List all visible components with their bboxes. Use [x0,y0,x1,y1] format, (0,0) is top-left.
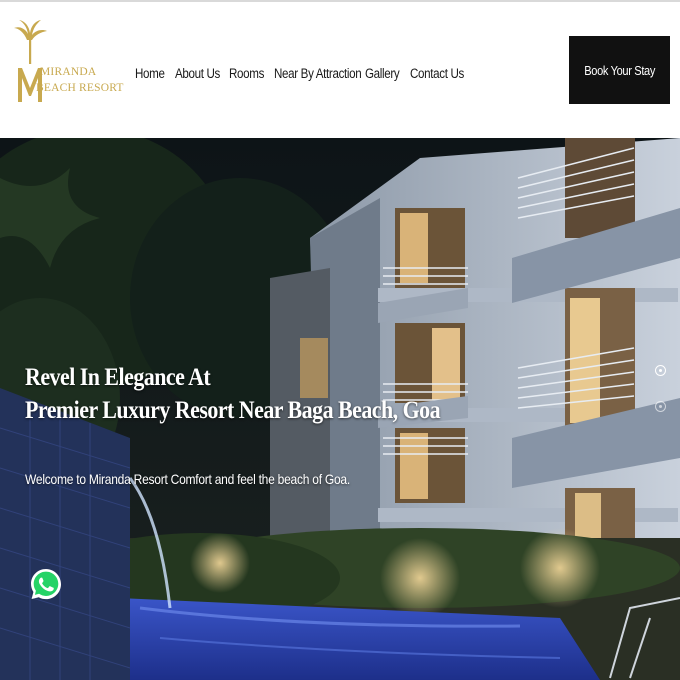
nav-about-us[interactable]: About Us [175,66,220,81]
book-button-label: Book Your Stay [584,62,655,78]
hero-title-line-2: Premier Luxury Resort Near Baga Beach, G… [25,395,441,424]
brand-line-2: BEACH RESORT [36,82,124,94]
nav-contact-us[interactable]: Contact Us [410,66,464,81]
nav-rooms[interactable]: Rooms [229,66,264,81]
brand-line-1: MIRANDA [40,66,97,78]
nav-near-by-attraction[interactable]: Near By Attraction [274,66,362,81]
slide-dot-1-active[interactable] [655,365,666,376]
slider-pagination [655,365,667,415]
hero-subtitle: Welcome to Miranda Resort Comfort and fe… [25,471,350,487]
hero-banner: Revel In Elegance At Premier Luxury Reso… [0,138,680,680]
slide-dot-2[interactable] [655,401,666,412]
site-header: MIRANDA BEACH RESORT Home About Us Rooms… [0,2,680,138]
nav-gallery[interactable]: Gallery [365,66,400,81]
hero-title: Revel In Elegance At Premier Luxury Reso… [25,360,508,426]
hero-title-line-1: Revel In Elegance At [25,362,211,391]
brand-logo[interactable]: MIRANDA BEACH RESORT [14,18,123,104]
nav-home[interactable]: Home [135,66,165,81]
book-your-stay-button[interactable]: Book Your Stay [569,36,670,104]
whatsapp-icon[interactable] [28,566,64,602]
